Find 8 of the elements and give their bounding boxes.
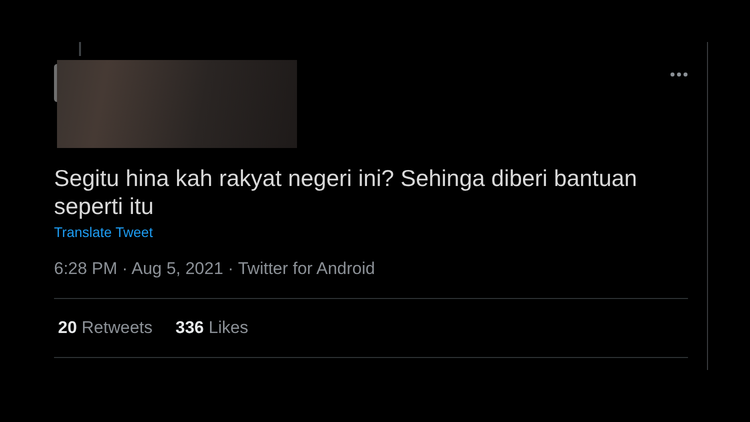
stat-link[interactable]: 20 Retweets xyxy=(58,318,153,338)
tweet-timestamp: 6:28 PM · Aug 5, 2021 · Twitter for Android xyxy=(54,259,376,279)
tweet-text: Segitu hina kah rakyat negeri ini? Sehinga diberi bantuan seperti itu xyxy=(54,164,638,220)
translate-link[interactable]: Translate Tweet xyxy=(54,224,153,240)
more-icon[interactable] xyxy=(670,72,688,77)
thread-line xyxy=(79,42,81,56)
stat-link[interactable]: 336 Likes xyxy=(176,318,248,338)
avatar[interactable] xyxy=(54,64,57,102)
